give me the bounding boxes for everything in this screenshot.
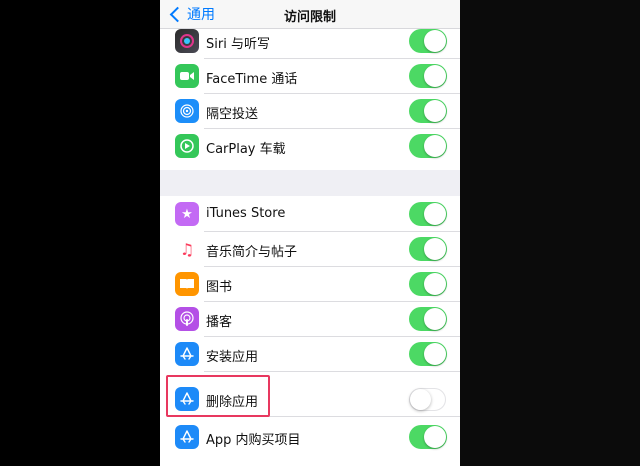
right-backdrop [460, 0, 640, 466]
row-carplay: CarPlay 车载 [160, 129, 460, 164]
row-facetime: FaceTime 通话 [160, 59, 460, 94]
row-label: 播客 [206, 315, 233, 330]
app-store-icon [175, 425, 199, 449]
siri-icon [175, 29, 199, 53]
toggle-knob [410, 389, 431, 410]
row-music: ♫ 音乐简介与帖子 [160, 232, 460, 267]
row-label: FaceTime 通话 [206, 72, 298, 87]
music-toggle[interactable] [409, 237, 447, 261]
app-store-icon [175, 342, 199, 366]
carplay-toggle[interactable] [409, 134, 447, 158]
facetime-toggle[interactable] [409, 64, 447, 88]
in-app-purchases-toggle[interactable] [409, 425, 447, 449]
books-icon [175, 272, 199, 296]
row-airdrop: 隔空投送 [160, 94, 460, 129]
row-label: iTunes Store [206, 206, 286, 221]
podcasts-icon [175, 307, 199, 331]
row-podcasts: 播客 [160, 302, 460, 337]
podcasts-toggle[interactable] [409, 307, 447, 331]
music-note-icon: ♫ [175, 237, 199, 261]
siri-toggle[interactable] [409, 29, 447, 53]
row-install-apps: 安装应用 [160, 337, 460, 372]
toggle-knob [424, 238, 446, 260]
install-apps-toggle[interactable] [409, 342, 447, 366]
row-siri: Siri 与听写 [160, 24, 460, 59]
toggle-knob [424, 203, 446, 225]
toggle-knob [424, 100, 446, 122]
highlight-box [166, 375, 270, 417]
facetime-icon [175, 64, 199, 88]
divider [204, 371, 460, 372]
toggle-knob [424, 343, 446, 365]
left-backdrop [0, 0, 160, 466]
row-itunes-store: ★ iTunes Store [160, 197, 460, 232]
carplay-icon [175, 134, 199, 158]
toggle-knob [424, 273, 446, 295]
row-label: 图书 [206, 280, 233, 295]
toggle-knob [424, 135, 446, 157]
row-in-app-purchases: App 内购买项目 [160, 420, 460, 455]
settings-group-content: ★ iTunes Store ♫ 音乐简介与帖子 图书 播客 安装应用 删除应用… [160, 196, 460, 466]
books-toggle[interactable] [409, 272, 447, 296]
airdrop-icon [175, 99, 199, 123]
navigation-bar: 通用 访问限制 [160, 0, 460, 29]
row-label: 安装应用 [206, 350, 259, 365]
row-label: CarPlay 车载 [206, 142, 286, 157]
airdrop-toggle[interactable] [409, 99, 447, 123]
row-label: 音乐简介与帖子 [206, 245, 298, 260]
toggle-knob [424, 30, 446, 52]
row-label: 隔空投送 [206, 107, 259, 122]
page-title: 访问限制 [283, 10, 336, 25]
itunes-store-icon: ★ [175, 202, 199, 226]
toggle-knob [424, 426, 446, 448]
row-books: 图书 [160, 267, 460, 302]
itunes-store-toggle[interactable] [409, 202, 447, 226]
row-label: App 内购买项目 [206, 433, 301, 448]
toggle-knob [424, 308, 446, 330]
settings-group-apps: Siri 与听写 FaceTime 通话 隔空投送 CarPlay 车载 [160, 22, 460, 170]
row-label: Siri 与听写 [206, 37, 270, 52]
delete-apps-toggle[interactable] [409, 388, 446, 411]
toggle-knob [424, 65, 446, 87]
